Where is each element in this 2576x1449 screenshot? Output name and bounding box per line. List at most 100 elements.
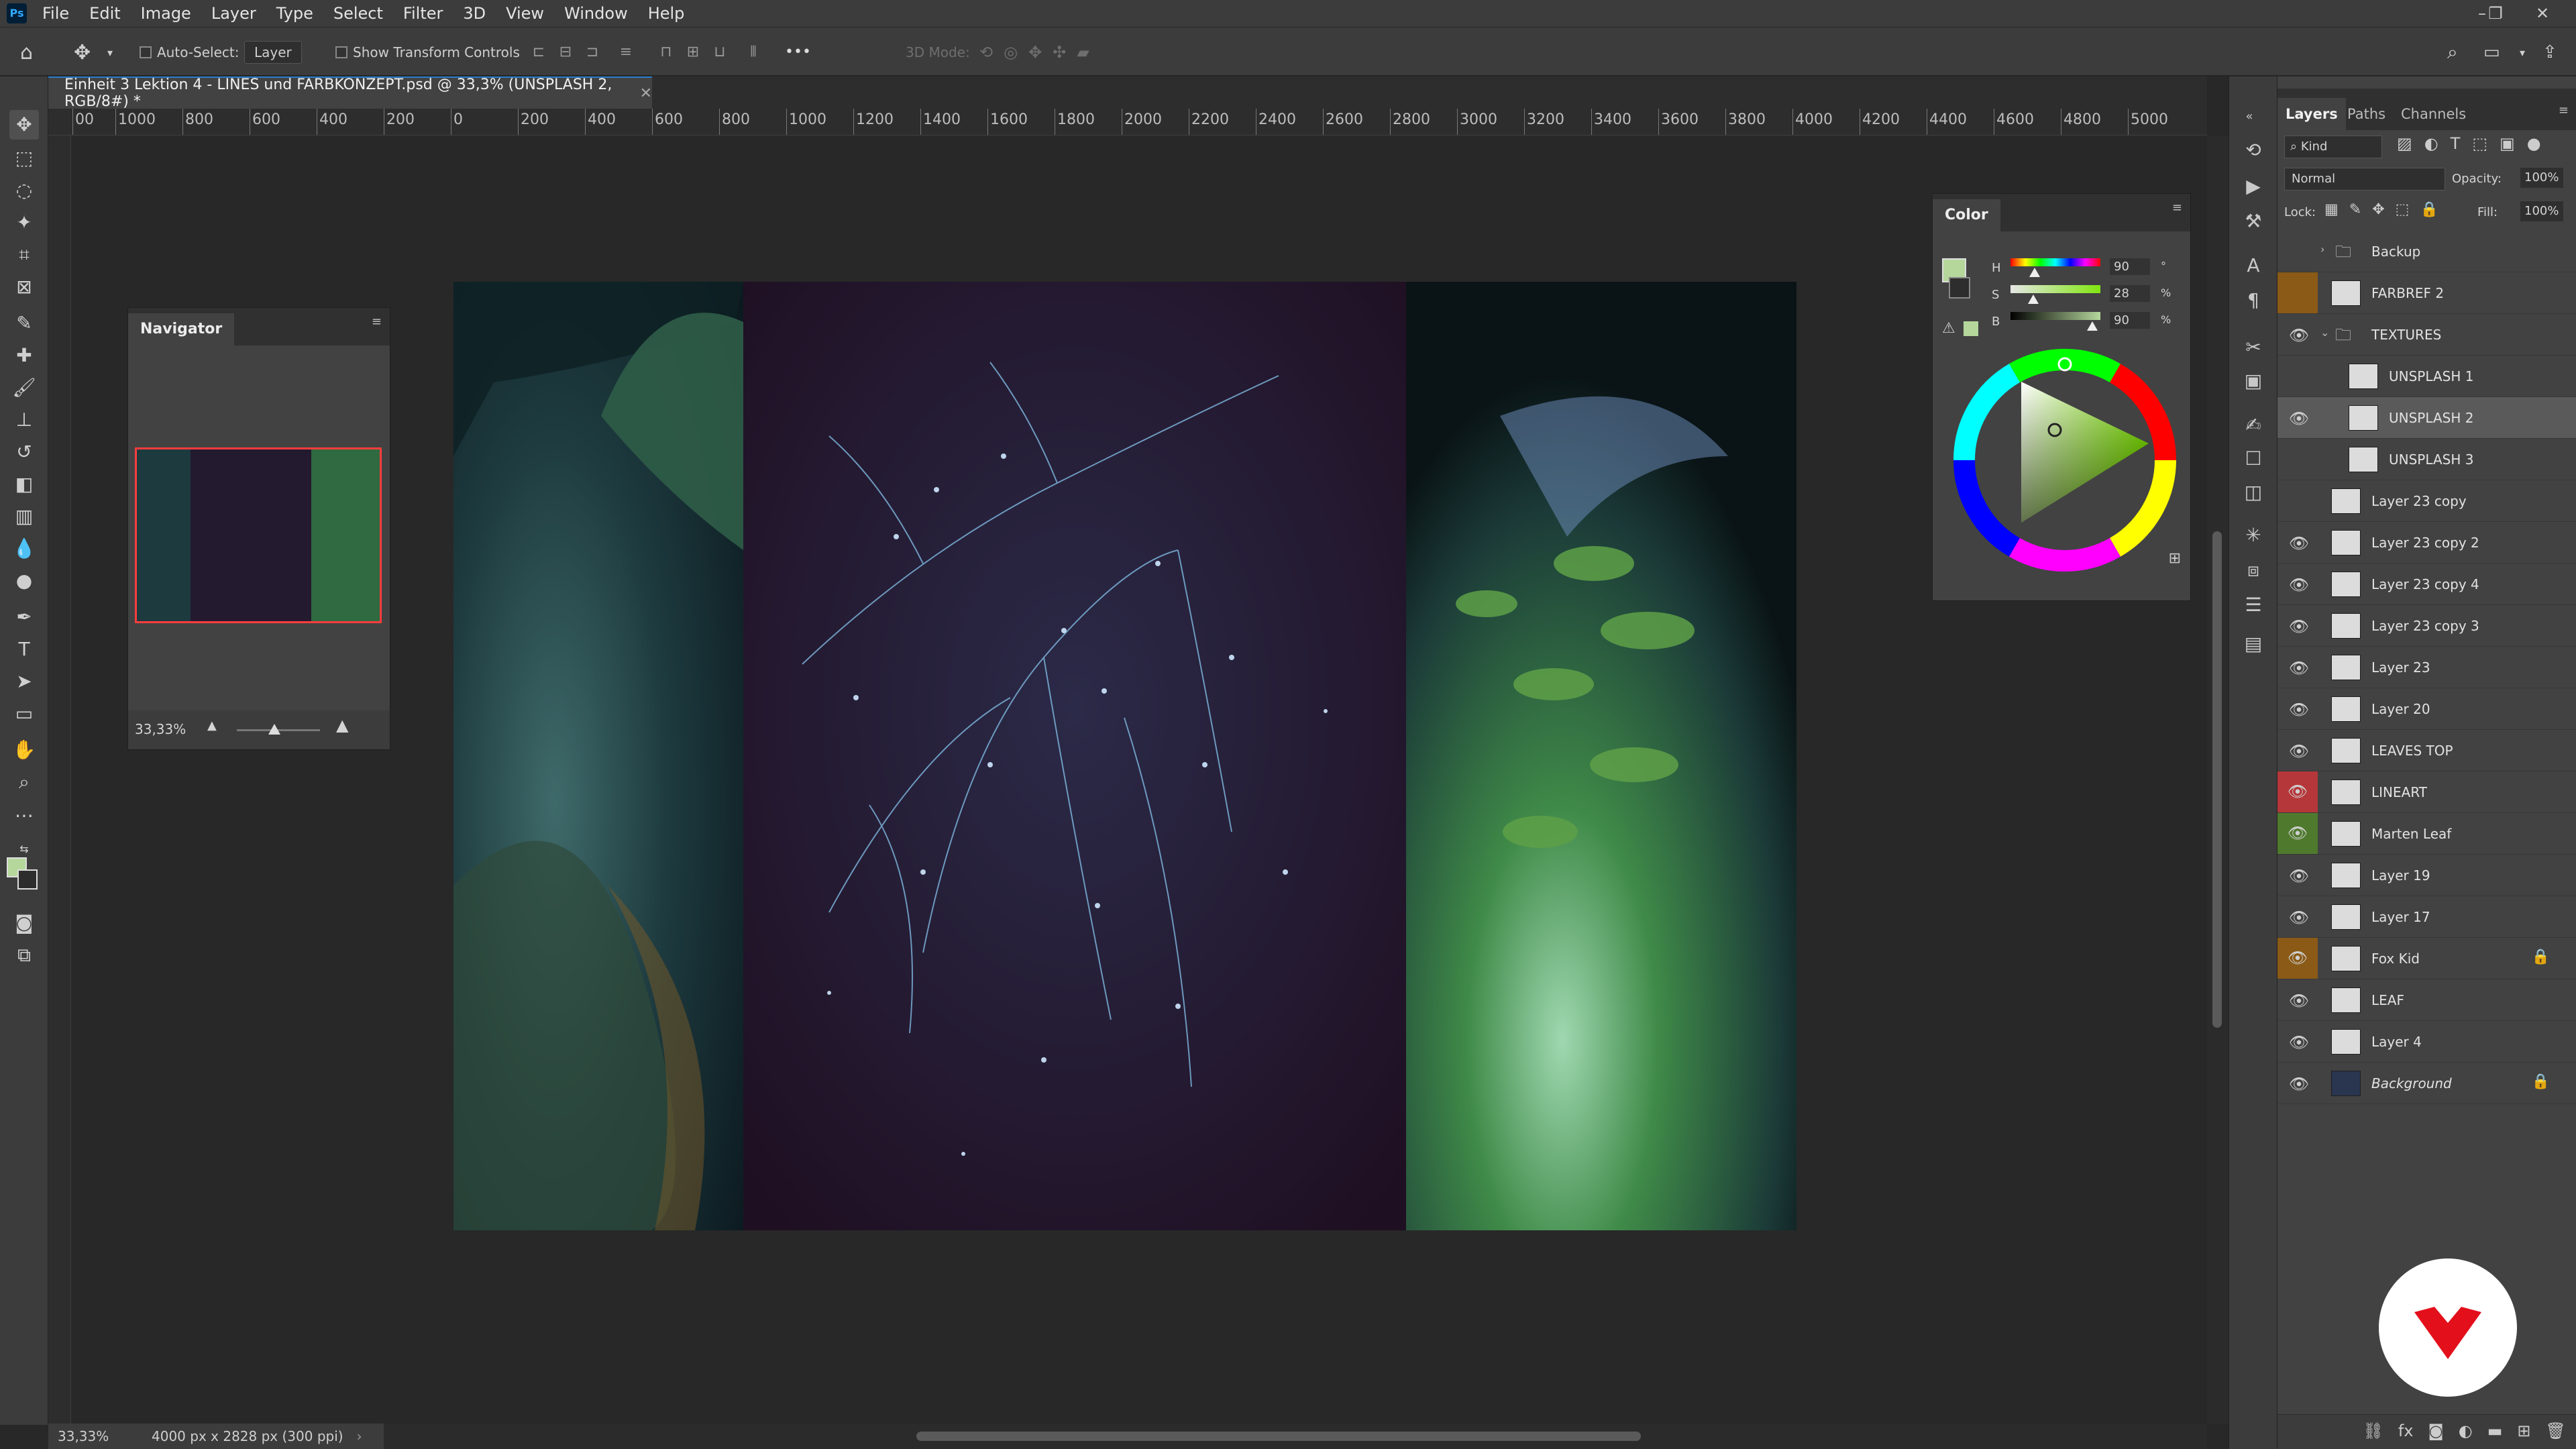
3d-slide-icon[interactable]: ✣ (1053, 43, 1066, 62)
eyedropper-icon[interactable]: ✎ (9, 309, 39, 338)
horizontal-scroll-thumb[interactable] (916, 1432, 1641, 1441)
screen-mode-icon[interactable]: ⧉ (9, 941, 39, 970)
restore-icon[interactable]: ❐ (2482, 0, 2509, 27)
eye-icon[interactable]: 👁 (2287, 656, 2311, 680)
properties-icon[interactable]: ☰ (2240, 592, 2267, 619)
menu-type[interactable]: Type (266, 0, 323, 27)
layer-name[interactable]: Layer 23 copy 4 (2371, 564, 2479, 605)
menu-edit[interactable]: Edit (79, 0, 130, 27)
navigator-zoom-value[interactable]: 33,33% (135, 721, 186, 737)
tool-presets-icon[interactable]: ⚒ (2240, 208, 2267, 235)
artwork-image[interactable] (453, 282, 1796, 1230)
navigator-preview[interactable] (135, 447, 382, 623)
layer-name[interactable]: Backup (2371, 231, 2420, 272)
layer-name[interactable]: Layer 23 (2371, 647, 2430, 688)
layer-name[interactable]: TEXTURES (2371, 314, 2441, 356)
type-tool-icon[interactable]: T (9, 635, 39, 664)
chevron-right-icon[interactable]: › (2320, 243, 2324, 256)
eye-icon[interactable]: 👁 (2287, 864, 2311, 888)
checkbox-box[interactable] (140, 46, 152, 58)
distribute-h-icon[interactable]: ≡ (617, 44, 635, 61)
lock-artboard-icon[interactable]: ⬚ (2396, 201, 2410, 218)
pen-tool-icon[interactable]: ✒ (9, 602, 39, 632)
eye-icon[interactable]: 👁 (2287, 989, 2311, 1013)
menu-help[interactable]: Help (638, 0, 695, 27)
eye-hidden-icon[interactable] (2287, 240, 2311, 264)
eye-icon[interactable]: 👁 (2287, 323, 2311, 347)
filter-kind-dropdown[interactable]: ⌕ Kind (2284, 136, 2382, 158)
adjustments-icon[interactable]: ◫ (2240, 479, 2267, 506)
layer-row[interactable]: FARBREF 2 (2277, 272, 2576, 314)
layer-name[interactable]: Background (2371, 1063, 2452, 1104)
saturation-slider-thumb[interactable] (2028, 294, 2039, 304)
color-background-swatch[interactable] (1949, 277, 1970, 299)
layer-row[interactable]: 👁 ⌄ 🗀 TEXTURES (2277, 314, 2576, 356)
eye-hidden-icon[interactable] (2287, 365, 2311, 389)
layer-row[interactable]: 👁 LINEART (2277, 771, 2576, 813)
filter-smart-object-icon[interactable]: ▣ (2500, 134, 2515, 153)
3d-scale-icon[interactable]: ▰ (1077, 43, 1089, 62)
layer-row[interactable]: 👁 Layer 23 copy 4 (2277, 564, 2576, 605)
brightness-slider[interactable] (2010, 312, 2100, 320)
layer-name[interactable]: Layer 4 (2371, 1021, 2422, 1063)
opacity-input[interactable]: 100% (2520, 168, 2563, 188)
search-icon[interactable]: ⌕ (2447, 28, 2458, 77)
frame-tool-icon[interactable]: ⊠ (9, 272, 39, 302)
panel-menu-icon[interactable]: ≡ (372, 315, 382, 329)
3d-orbit-icon[interactable]: ⟲ (979, 43, 993, 62)
collapse-panels-icon[interactable]: « (2236, 103, 2263, 130)
layer-name[interactable]: FARBREF 2 (2371, 272, 2444, 314)
show-transform-checkbox[interactable]: Show Transform Controls (335, 28, 520, 77)
fill-input[interactable]: 100% (2520, 201, 2563, 221)
layer-name[interactable]: Layer 23 copy 3 (2371, 605, 2479, 647)
eye-icon[interactable]: 👁 (2287, 614, 2311, 639)
styles-icon[interactable]: ✳ (2240, 522, 2267, 549)
history-icon[interactable]: ⟲ (2240, 137, 2267, 164)
align-left-icon[interactable]: ⊏ (530, 44, 547, 61)
layer-row[interactable]: UNSPLASH 1 (2277, 356, 2576, 397)
tab-layers[interactable]: Layers (2277, 98, 2346, 130)
crop-tool-icon[interactable]: ⌗ (9, 240, 39, 270)
layer-name[interactable]: LEAF (2371, 979, 2404, 1021)
layer-row[interactable]: 👁 UNSPLASH 2 (2277, 397, 2576, 439)
lock-transparent-icon[interactable]: ▦ (2324, 201, 2339, 218)
brush-tool-icon[interactable]: 🖌 (9, 373, 39, 402)
checkbox-box[interactable] (335, 46, 347, 58)
layer-name[interactable]: Marten Leaf (2371, 813, 2451, 855)
libraries-icon[interactable]: ☐ (2240, 445, 2267, 472)
layer-row[interactable]: › 🗀 Backup (2277, 231, 2576, 272)
zoom-tool-icon[interactable]: ⌕ (9, 767, 39, 797)
layer-row[interactable]: 👁 Layer 4 (2277, 1021, 2576, 1063)
filter-shape-icon[interactable]: ⬚ (2472, 134, 2487, 153)
layer-name[interactable]: Layer 19 (2371, 855, 2430, 896)
edit-toolbar-icon[interactable]: ⋯ (9, 801, 39, 830)
filter-pixel-icon[interactable]: ▨ (2397, 134, 2412, 153)
layer-row[interactable]: 👁 Layer 20 (2277, 688, 2576, 730)
blend-mode-dropdown[interactable]: Normal (2284, 168, 2445, 191)
layer-row[interactable]: 👁 Layer 17 (2277, 896, 2576, 938)
align-right-icon[interactable]: ⊐ (584, 44, 601, 61)
quick-mask-icon[interactable]: ◙ (9, 908, 39, 938)
healing-brush-icon[interactable]: ✚ (9, 341, 39, 370)
eye-icon[interactable]: 👁 (2277, 938, 2318, 979)
panel-menu-icon[interactable]: ≡ (2559, 103, 2569, 117)
new-group-icon[interactable]: ▬ (2487, 1421, 2503, 1440)
move-tool-preset-icon[interactable]: ✥ (74, 28, 91, 77)
eye-hidden-icon[interactable] (2287, 490, 2311, 514)
color-wheel[interactable] (1947, 343, 2182, 578)
workspace-icon[interactable]: ▭ (2483, 28, 2500, 77)
marquee-tool-icon[interactable]: ⬚ (9, 144, 39, 173)
eye-icon[interactable]: 👁 (2287, 906, 2311, 930)
menu-window[interactable]: Window (554, 0, 638, 27)
hue-slider[interactable] (2010, 258, 2100, 266)
paragraph-icon[interactable]: ¶ (2240, 287, 2267, 314)
delete-layer-icon[interactable]: 🗑 (2546, 1421, 2566, 1440)
vertical-scroll-thumb[interactable] (2212, 531, 2222, 1028)
gradient-tool-icon[interactable]: ▥ (9, 502, 39, 531)
stamp-tool-icon[interactable]: ⊥ (9, 405, 39, 435)
layer-name[interactable]: UNSPLASH 3 (2389, 439, 2473, 480)
layer-row[interactable]: Layer 23 copy (2277, 480, 2576, 522)
layer-row[interactable]: 👁 Background 🔒 (2277, 1063, 2576, 1104)
vertical-scrollbar[interactable] (2207, 136, 2229, 1424)
horizontal-scrollbar[interactable] (71, 1424, 2207, 1449)
